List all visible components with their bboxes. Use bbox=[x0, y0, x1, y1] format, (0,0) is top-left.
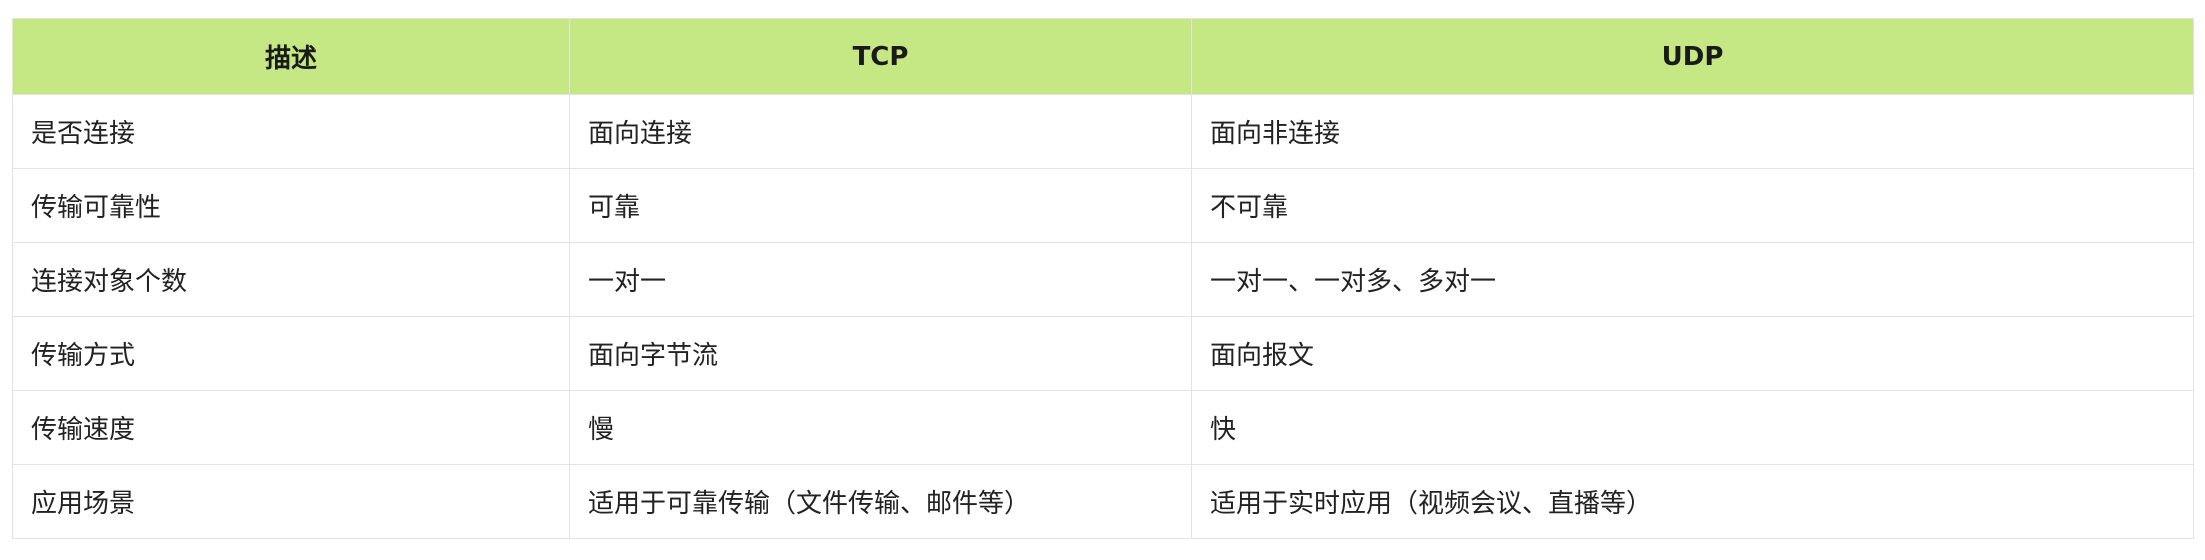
tcp-value-cell: 面向字节流 bbox=[569, 316, 1192, 391]
tcp-value-cell: 可靠 bbox=[569, 168, 1192, 243]
row-label-cell: 传输速度 bbox=[12, 390, 570, 465]
row-label-cell: 传输可靠性 bbox=[12, 168, 570, 243]
header-cell-udp: UDP bbox=[1191, 18, 2194, 95]
table-row: 传输速度 慢 快 bbox=[12, 390, 2194, 465]
udp-value-cell: 一对一、一对多、多对一 bbox=[1191, 242, 2194, 317]
udp-value-cell: 面向报文 bbox=[1191, 316, 2194, 391]
table-row: 连接对象个数 一对一 一对一、一对多、多对一 bbox=[12, 242, 2194, 317]
row-label-cell: 是否连接 bbox=[12, 94, 570, 169]
tcp-value-cell: 适用于可靠传输（文件传输、邮件等） bbox=[569, 464, 1192, 539]
comparison-table-container: 描述 TCP UDP 是否连接 面向连接 面向非连接 传输可靠性 可靠 不可靠 … bbox=[12, 18, 2194, 539]
header-row: 描述 TCP UDP bbox=[12, 18, 2194, 95]
udp-value-cell: 面向非连接 bbox=[1191, 94, 2194, 169]
tcp-value-cell: 面向连接 bbox=[569, 94, 1192, 169]
row-label-cell: 传输方式 bbox=[12, 316, 570, 391]
udp-value-cell: 适用于实时应用（视频会议、直播等） bbox=[1191, 464, 2194, 539]
row-label-cell: 应用场景 bbox=[12, 464, 570, 539]
udp-value-cell: 不可靠 bbox=[1191, 168, 2194, 243]
table-body: 是否连接 面向连接 面向非连接 传输可靠性 可靠 不可靠 连接对象个数 一对一 … bbox=[12, 94, 2194, 539]
tcp-udp-comparison-table: 描述 TCP UDP 是否连接 面向连接 面向非连接 传输可靠性 可靠 不可靠 … bbox=[12, 18, 2194, 539]
table-row: 传输方式 面向字节流 面向报文 bbox=[12, 316, 2194, 391]
row-label-cell: 连接对象个数 bbox=[12, 242, 570, 317]
table-row: 应用场景 适用于可靠传输（文件传输、邮件等） 适用于实时应用（视频会议、直播等） bbox=[12, 464, 2194, 539]
header-cell-description: 描述 bbox=[12, 18, 570, 95]
table-row: 传输可靠性 可靠 不可靠 bbox=[12, 168, 2194, 243]
table-header: 描述 TCP UDP bbox=[12, 18, 2194, 95]
header-cell-tcp: TCP bbox=[569, 18, 1192, 95]
tcp-value-cell: 慢 bbox=[569, 390, 1192, 465]
table-row: 是否连接 面向连接 面向非连接 bbox=[12, 94, 2194, 169]
tcp-value-cell: 一对一 bbox=[569, 242, 1192, 317]
udp-value-cell: 快 bbox=[1191, 390, 2194, 465]
